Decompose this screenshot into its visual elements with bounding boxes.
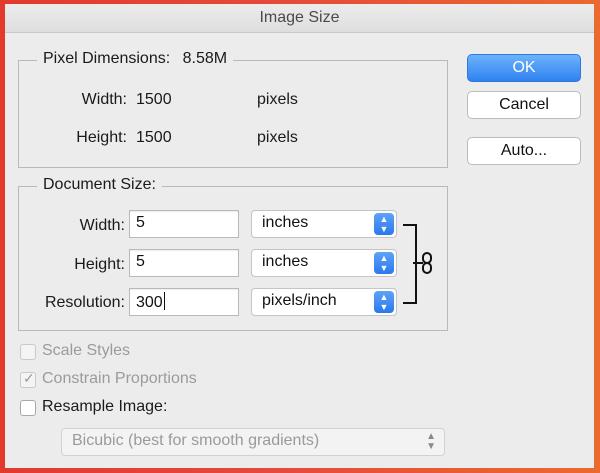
document-size-legend: Document Size: [37,176,162,194]
cancel-button[interactable]: Cancel [467,91,581,119]
pixel-height-unit: pixels [257,129,298,146]
resolution-input[interactable]: 300 [129,288,239,316]
resolution-unit: pixels/inch [262,292,337,309]
pixel-dimensions-legend: Pixel Dimensions: 8.58M [37,50,234,68]
doc-height-unit-select[interactable]: inches ▲ ▼ [251,249,397,277]
doc-width-input[interactable]: 5 [129,210,239,238]
scale-styles-checkbox[interactable] [20,344,36,360]
scale-styles-label: Scale Styles [42,342,131,359]
image-size-dialog: Image Size Pixel Dimensions: 8.58M Width… [5,4,594,468]
constrain-proportions-label: Constrain Proportions [42,370,197,387]
pixel-height-value: 1500 [136,129,172,146]
doc-height-input[interactable]: 5 [129,249,239,277]
pixel-dimensions-group [18,60,448,168]
resolution-unit-select[interactable]: pixels/inch ▲ ▼ [251,288,397,316]
window-title: Image Size [5,4,594,33]
pixel-width-label: Width: [81,91,127,108]
doc-height-value: 5 [136,253,145,270]
pixel-width-value: 1500 [136,91,172,108]
doc-width-unit-select[interactable]: inches ▲ ▼ [251,210,397,238]
doc-width-label: Width: [79,217,125,234]
ok-button[interactable]: OK [467,54,581,82]
checkmark-icon: ✓ [23,370,35,386]
chevron-up-down-icon: ▲ ▼ [426,431,436,452]
auto-button[interactable]: Auto... [467,137,581,165]
doc-width-unit: inches [262,214,309,231]
up-down-chevron-icon: ▲ ▼ [374,291,394,313]
chain-link-icon[interactable] [421,252,433,279]
constrain-proportions-checkbox[interactable]: ✓ [20,370,36,388]
resample-method-select[interactable]: Bicubic (best for smooth gradients) ▲ ▼ [61,428,445,456]
doc-height-unit: inches [262,253,309,270]
resolution-value: 300 [136,294,163,311]
up-down-chevron-icon: ▲ ▼ [374,252,394,274]
pixel-height-label: Height: [76,129,127,146]
constrain-bracket [403,224,417,304]
resample-image-label: Resample Image: [42,398,168,415]
up-down-chevron-icon: ▲ ▼ [374,213,394,235]
resolution-label: Resolution: [44,294,125,311]
resample-method-value: Bicubic (best for smooth gradients) [72,432,320,449]
resample-image-checkbox[interactable] [20,400,36,416]
screenshot-frame: Image Size Pixel Dimensions: 8.58M Width… [0,0,600,473]
pixel-dimensions-size: 8.58M [182,50,228,67]
doc-height-label: Height: [74,256,125,273]
text-caret [163,292,165,310]
pixel-dimensions-label: Pixel Dimensions: [43,50,171,67]
doc-width-value: 5 [136,214,145,231]
pixel-width-unit: pixels [257,91,298,108]
